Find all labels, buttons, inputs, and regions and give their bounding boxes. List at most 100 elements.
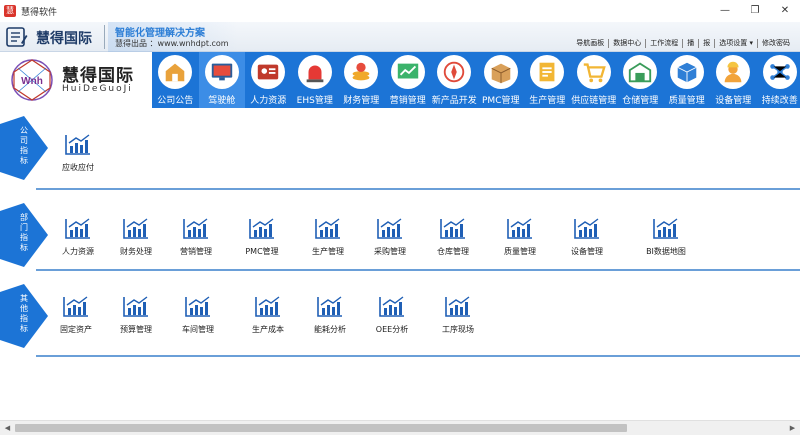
bar-chart-icon xyxy=(317,296,342,317)
cart-icon xyxy=(576,55,611,89)
trend-board-icon xyxy=(390,55,425,89)
bar-chart-icon xyxy=(255,296,280,317)
bar-chart-icon xyxy=(185,296,210,317)
nav-item-4[interactable]: 财务管理 xyxy=(338,52,385,108)
bar-chart-icon xyxy=(249,218,274,239)
bar-chart-icon xyxy=(440,218,465,239)
company-logo: Wnh 慧得国际 HuiDeGuoJi xyxy=(0,52,152,108)
report-tile[interactable]: 仓库管理 xyxy=(423,216,483,257)
report-tile[interactable]: 固定资产 xyxy=(46,294,106,335)
report-tile-label: 设备管理 xyxy=(571,247,603,256)
report-tile-label: 车间管理 xyxy=(182,325,214,334)
report-tile-label: 财务处理 xyxy=(120,247,152,256)
report-tile[interactable]: 能耗分析 xyxy=(300,294,360,335)
report-tile[interactable]: 生产管理 xyxy=(298,216,358,257)
id-card-icon xyxy=(251,55,285,89)
report-tile[interactable]: 预算管理 xyxy=(106,294,166,335)
report-tile-label: 质量管理 xyxy=(504,247,536,256)
report-tile[interactable]: PMC管理 xyxy=(232,216,292,257)
bar-chart-icon xyxy=(65,134,90,155)
section-tab-2[interactable]: 其他指标 xyxy=(0,284,48,348)
horizontal-scrollbar[interactable]: ◀ ▶ xyxy=(0,420,800,435)
nav-item-9[interactable]: 供应链管理 xyxy=(571,52,618,108)
logo-mark-icon: Wnh xyxy=(11,59,53,101)
section-tab-1[interactable]: 部门指标 xyxy=(0,203,48,267)
nav-item-13[interactable]: 持续改善 xyxy=(757,52,800,108)
compass-icon xyxy=(437,55,471,89)
report-tile[interactable]: BI数据地图 xyxy=(636,216,696,257)
section-divider xyxy=(36,269,800,271)
nav-items: 公司公告 驾驶舱 人力资源 EHS管理 财务管理 营销管理 新产品开发 PMC管理 生产管理 供应… xyxy=(152,52,800,108)
brand-name: 慧得国际 xyxy=(36,31,92,47)
link-report[interactable]: 报 xyxy=(698,39,714,48)
coins-icon xyxy=(344,55,378,89)
house-icon xyxy=(158,55,192,89)
brand-website: 慧得出品 ：www.wnhdpt.com xyxy=(115,39,229,48)
link-options[interactable]: 选项设置 ▾ xyxy=(714,39,757,48)
top-links: 导航画板 数据中心 工作流程 播 报 选项设置 ▾ 修改密码 xyxy=(572,39,794,48)
link-play[interactable]: 播 xyxy=(682,39,698,48)
report-tile[interactable]: 应收应付 xyxy=(48,132,108,173)
dashboard-content: 公司指标 应收应付 部门指标 人力资源 财务处理 营销管理 PMC管理 生产管理… xyxy=(0,108,800,420)
cube-icon xyxy=(669,55,704,89)
section-tab-0[interactable]: 公司指标 xyxy=(0,116,48,180)
report-tile-label: 人力资源 xyxy=(62,247,94,256)
report-tile-label: 应收应付 xyxy=(62,163,94,172)
minimize-button[interactable]: — xyxy=(710,0,740,22)
nav-item-0[interactable]: 公司公告 xyxy=(152,52,199,108)
nav-item-10[interactable]: 仓储管理 xyxy=(617,52,664,108)
link-workflow[interactable]: 工作流程 xyxy=(645,39,682,48)
link-change-password[interactable]: 修改密码 xyxy=(757,39,794,48)
report-tile-label: 固定资产 xyxy=(60,325,92,334)
nav-item-6[interactable]: 新产品开发 xyxy=(431,52,478,108)
link-nav-board[interactable]: 导航画板 xyxy=(572,39,608,48)
section-divider xyxy=(36,355,800,357)
report-tile[interactable]: 设备管理 xyxy=(557,216,617,257)
bar-chart-icon xyxy=(379,296,404,317)
report-tile[interactable]: 人力资源 xyxy=(48,216,108,257)
report-tile[interactable]: 生产成本 xyxy=(238,294,298,335)
nav-item-1[interactable]: 驾驶舱 xyxy=(198,52,245,108)
bar-chart-icon xyxy=(315,218,340,239)
bar-chart-icon xyxy=(507,218,532,239)
report-tile[interactable]: 营销管理 xyxy=(166,216,226,257)
nav-item-3[interactable]: EHS管理 xyxy=(292,52,339,108)
document-icon xyxy=(530,55,564,89)
nav-item-label: 持续改善 xyxy=(761,96,798,106)
report-tile-label: 能耗分析 xyxy=(314,325,346,334)
ledger-icon xyxy=(6,27,28,47)
nav-item-12[interactable]: 设备管理 xyxy=(710,52,757,108)
report-tile[interactable]: 车间管理 xyxy=(168,294,228,335)
report-tile[interactable]: 工序现场 xyxy=(428,294,488,335)
bar-chart-icon xyxy=(445,296,470,317)
bar-chart-icon xyxy=(123,296,148,317)
section-divider xyxy=(36,188,800,190)
nav-item-11[interactable]: 质量管理 xyxy=(664,52,711,108)
nav-item-7[interactable]: PMC管理 xyxy=(478,52,525,108)
link-data-center[interactable]: 数据中心 xyxy=(608,39,645,48)
report-tile[interactable]: 财务处理 xyxy=(106,216,166,257)
box-icon xyxy=(483,55,518,89)
section-tab-label: 其他指标 xyxy=(20,294,28,333)
app-icon: 慧 xyxy=(4,5,16,17)
scroll-thumb[interactable] xyxy=(15,424,627,432)
nav-item-5[interactable]: 营销管理 xyxy=(385,52,432,108)
window-title: 慧得软件 xyxy=(21,7,58,18)
close-button[interactable]: ✕ xyxy=(770,0,800,22)
report-tile-label: PMC管理 xyxy=(245,247,279,256)
report-tile-label: OEE分析 xyxy=(375,325,409,334)
report-tile[interactable]: OEE分析 xyxy=(362,294,422,335)
monitor-icon xyxy=(204,55,239,89)
bar-chart-icon xyxy=(183,218,208,239)
title-bar: 慧 慧得软件 — ❐ ✕ xyxy=(0,0,800,22)
report-tile[interactable]: 采购管理 xyxy=(360,216,420,257)
scroll-left-arrow[interactable]: ◀ xyxy=(0,421,15,435)
report-tile[interactable]: 质量管理 xyxy=(490,216,550,257)
main-nav: Wnh 慧得国际 HuiDeGuoJi 公司公告 驾驶舱 人力资源 EHS管理 财务管理… xyxy=(0,52,800,108)
scroll-right-arrow[interactable]: ▶ xyxy=(785,421,800,435)
nav-item-2[interactable]: 人力资源 xyxy=(245,52,292,108)
brand-divider xyxy=(104,25,105,49)
restore-button[interactable]: ❐ xyxy=(740,0,770,22)
nav-item-8[interactable]: 生产管理 xyxy=(524,52,571,108)
report-tile-label: 营销管理 xyxy=(180,247,212,256)
